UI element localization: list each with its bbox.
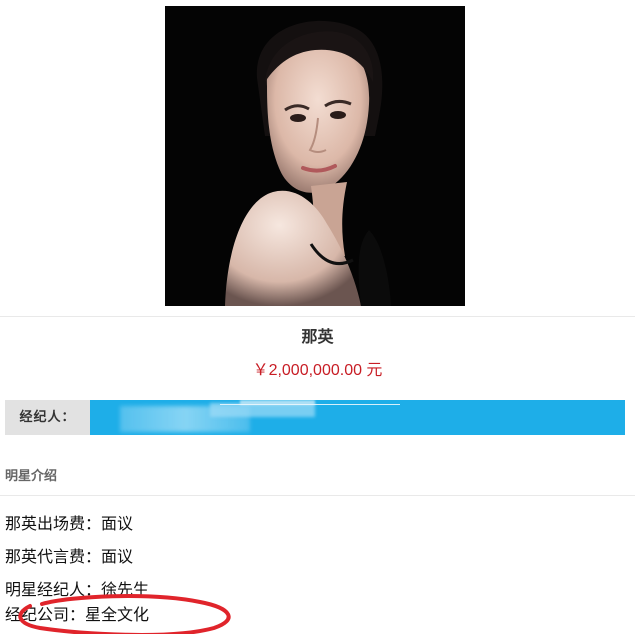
celebrity-photo[interactable] (165, 6, 465, 306)
star-profile-page: 那英 ￥2,000,000.00 元 经纪人： 明星介绍 那英出场费：面议 那英… (0, 0, 635, 634)
divider (0, 316, 635, 317)
agent-row: 经纪人： (5, 400, 625, 435)
blurred-text (220, 404, 400, 405)
star-name: 那英 (301, 327, 334, 346)
info-line-company: 经纪公司：星全文化 (5, 605, 150, 624)
agent-value-blurred[interactable] (90, 400, 625, 435)
blurred-text (210, 403, 315, 417)
divider (0, 495, 635, 496)
info-line-appearance-fee: 那英出场费：面议 (5, 514, 134, 533)
info-line-agent: 明星经纪人：徐先生 (5, 580, 150, 599)
appearance-price: ￥2,000,000.00 元 (252, 362, 383, 379)
portrait-image (165, 6, 465, 306)
info-line-endorsement-fee: 那英代言费：面议 (5, 547, 134, 566)
section-title-star-intro: 明星介绍 (5, 469, 58, 484)
agent-label: 经纪人： (5, 400, 90, 435)
